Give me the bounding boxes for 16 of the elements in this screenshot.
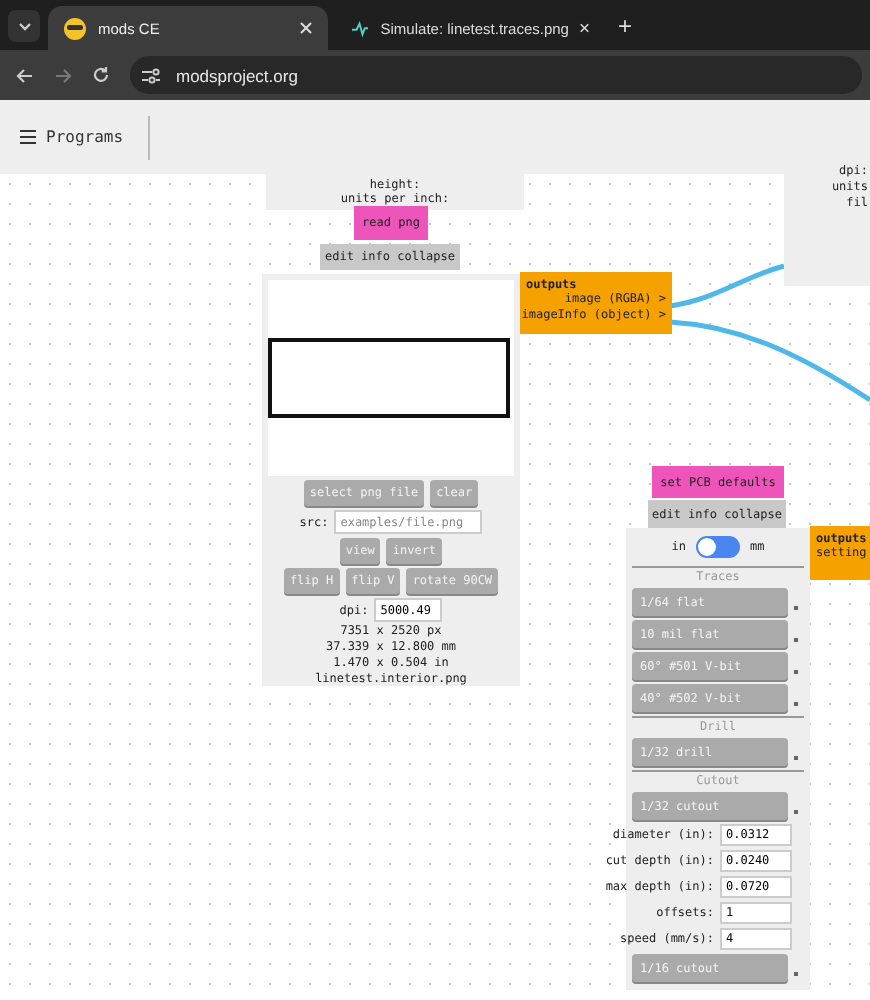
connection-wire <box>669 263 785 309</box>
forward-icon[interactable] <box>54 67 72 83</box>
new-tab-button[interactable]: + <box>618 12 633 40</box>
caret-icon <box>17 21 31 31</box>
menu-icon <box>20 130 36 144</box>
programs-menu-button[interactable]: Programs <box>20 115 150 159</box>
unit-toggle[interactable] <box>696 536 740 558</box>
reload-icon[interactable] <box>92 66 110 84</box>
tab-search-button[interactable] <box>8 10 40 42</box>
close-icon[interactable] <box>300 22 312 34</box>
sunglasses-emoji-icon <box>64 17 86 39</box>
close-icon[interactable] <box>580 22 590 34</box>
address-bar[interactable]: modsproject.org <box>130 56 862 94</box>
pulse-icon <box>352 19 369 37</box>
back-icon[interactable] <box>16 67 34 83</box>
site-settings-icon[interactable] <box>142 67 160 83</box>
